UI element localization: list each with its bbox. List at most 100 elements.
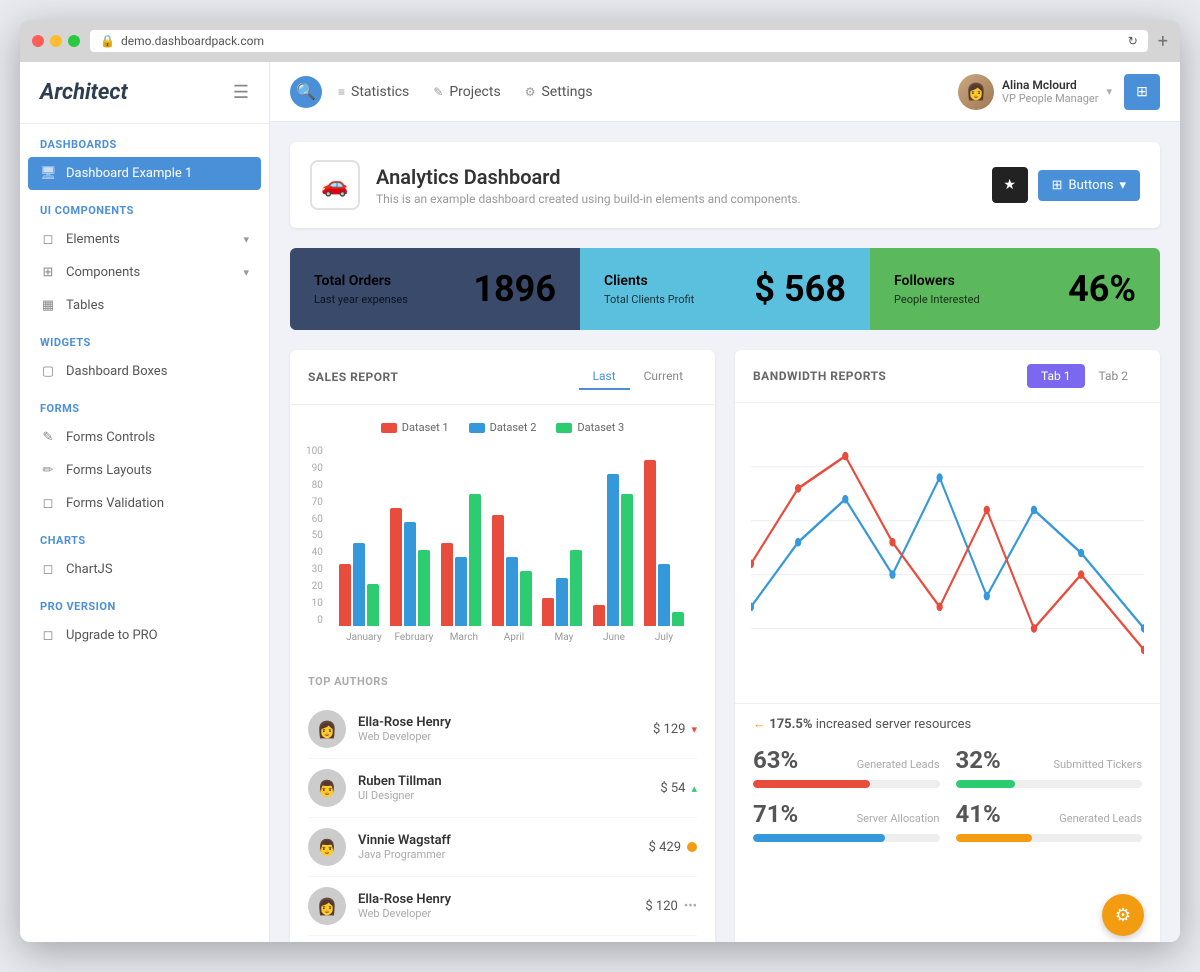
- nav-item-settings[interactable]: ⚙ Settings: [525, 84, 593, 100]
- sidebar-item-upgrade-pro[interactable]: ◻ Upgrade to PRO: [20, 619, 269, 652]
- bandwidth-title: BANDWIDTH REPORTS: [753, 369, 886, 383]
- search-button[interactable]: 🔍: [290, 76, 322, 108]
- nav-item-statistics[interactable]: ≡ Statistics: [338, 84, 409, 100]
- url-bar[interactable]: 🔒 demo.dashboardpack.com ↻: [90, 30, 1148, 52]
- stat-item-label: Generated Leads: [857, 758, 940, 771]
- tab-current[interactable]: Current: [630, 364, 697, 390]
- author-info: Ruben Tillman UI Designer: [358, 774, 442, 802]
- sidebar-item-forms-controls[interactable]: ✎ Forms Controls: [20, 421, 269, 454]
- page-header-icon: 🚗: [310, 160, 360, 210]
- bar-dataset3: [621, 494, 633, 626]
- sidebar-item-dashboard-boxes[interactable]: ▢ Dashboard Boxes: [20, 355, 269, 388]
- tab-last[interactable]: Last: [579, 364, 630, 390]
- stat-card-clients: Clients Total Clients Profit $ 568: [580, 248, 870, 330]
- statistics-icon: ≡: [338, 85, 345, 99]
- settings-icon: ⚙: [525, 85, 536, 99]
- reload-icon[interactable]: ↻: [1128, 34, 1138, 48]
- bar-chart: [329, 446, 699, 626]
- buttons-dropdown[interactable]: ⊞ Buttons ▾: [1038, 170, 1140, 201]
- bar-dataset1: [339, 564, 351, 626]
- maximize-dot[interactable]: [68, 35, 80, 47]
- bandwidth-tab-2[interactable]: Tab 2: [1085, 364, 1142, 388]
- user-avatar-wrap[interactable]: 👩 Alina Mclourd VP People Manager ▾: [958, 74, 1112, 110]
- logo-text: Architect: [40, 80, 128, 105]
- stat-label: Followers: [894, 273, 980, 289]
- y-label: 60: [306, 514, 323, 525]
- bar-dataset2: [455, 557, 467, 626]
- y-label: 80: [306, 480, 323, 491]
- settings-fab-button[interactable]: ⚙: [1102, 894, 1144, 936]
- stat-item-server-allocation: 71% Server Allocation: [753, 800, 940, 842]
- user-chevron-icon: ▾: [1106, 85, 1112, 98]
- sales-report-title: SALES REPORT: [308, 370, 398, 384]
- y-label: 10: [306, 598, 323, 609]
- header-right: 👩 Alina Mclourd VP People Manager ▾ ⊞: [958, 74, 1160, 110]
- bar-month-label: June: [589, 632, 639, 643]
- bandwidth-tab-1[interactable]: Tab 1: [1027, 364, 1084, 388]
- bar-chart-container: 100 90 80 70 60 50 40 30 20 10: [306, 446, 699, 643]
- stat-item-label: Submitted Tickers: [1053, 758, 1142, 771]
- sidebar-item-tables[interactable]: ▦ Tables: [20, 289, 269, 322]
- star-button[interactable]: ★: [992, 167, 1028, 203]
- bar-dataset1: [390, 508, 402, 626]
- bar-group: [390, 508, 435, 626]
- stat-label: Clients: [604, 273, 694, 289]
- app-container: Architect ☰ DASHBOARDS 🖥 Dashboard Examp…: [20, 62, 1180, 942]
- stat-value: $ 568: [754, 268, 846, 310]
- lock-icon: 🔒: [100, 34, 115, 48]
- sidebar-item-chartjs[interactable]: ◻ ChartJS: [20, 553, 269, 586]
- sidebar-item-label: Upgrade to PRO: [66, 628, 158, 643]
- y-label: 40: [306, 547, 323, 558]
- stat-card-text: Total Orders Last year expenses: [314, 273, 408, 306]
- sidebar-item-label: Elements: [66, 232, 120, 247]
- bar-dataset2: [404, 522, 416, 626]
- author-name: Ella-Rose Henry: [358, 715, 451, 730]
- bar-dataset3: [570, 550, 582, 626]
- nav-item-projects[interactable]: ✎ Projects: [433, 84, 500, 100]
- amount-value: $ 129: [653, 722, 685, 737]
- boxes-icon: ▢: [40, 364, 56, 379]
- dashboard-icon: 🖥: [40, 166, 56, 181]
- tables-icon: ▦: [40, 298, 56, 313]
- legend-dataset1: Dataset 1: [381, 421, 449, 434]
- author-amount: $ 129 ▾: [653, 722, 697, 737]
- bar-dataset2: [658, 564, 670, 626]
- progress-fill: [956, 780, 1016, 788]
- stat-label: Total Orders: [314, 273, 408, 289]
- author-row: 👨 Ruben Tillman UI Designer $ 54 ▴: [308, 759, 697, 818]
- author-avatar: 👩: [308, 710, 346, 748]
- stat-card-total-orders: Total Orders Last year expenses 1896: [290, 248, 580, 330]
- sidebar-item-forms-layouts[interactable]: ✏ Forms Layouts: [20, 454, 269, 487]
- forms-validation-icon: ◻: [40, 496, 56, 511]
- author-info: Vinnie Wagstaff Java Programmer: [358, 833, 451, 861]
- sidebar-item-dashboard-example-1[interactable]: 🖥 Dashboard Example 1: [28, 157, 261, 190]
- sidebar-item-forms-validation[interactable]: ◻ Forms Validation: [20, 487, 269, 520]
- progress-bar: [753, 780, 940, 788]
- sidebar-item-label: Dashboard Example 1: [66, 166, 192, 181]
- progress-bar: [753, 834, 940, 842]
- sidebar-item-components[interactable]: ⊞ Components ▾: [20, 256, 269, 289]
- authors-title: TOP AUTHORS: [308, 675, 697, 688]
- new-tab-button[interactable]: +: [1158, 31, 1168, 52]
- sidebar-item-elements[interactable]: ◻ Elements ▾: [20, 223, 269, 256]
- sidebar-item-label: Dashboard Boxes: [66, 364, 167, 379]
- legend-label: Dataset 3: [577, 421, 624, 434]
- bar-dataset3: [418, 550, 430, 626]
- y-label: 90: [306, 463, 323, 474]
- close-dot[interactable]: [32, 35, 44, 47]
- stat-card-followers: Followers People Interested 46%: [870, 248, 1160, 330]
- section-label-forms: FORMS: [20, 388, 269, 421]
- bar-dataset1: [441, 543, 453, 626]
- top-authors-section: TOP AUTHORS 👩 Ella-Rose Henry Web Develo…: [290, 659, 715, 942]
- legend-label: Dataset 1: [402, 421, 449, 434]
- hamburger-menu[interactable]: ☰: [233, 82, 249, 103]
- notification-button[interactable]: ⊞: [1124, 74, 1160, 110]
- stat-card-text: Clients Total Clients Profit: [604, 273, 694, 306]
- main-wrapper: 🔍 ≡ Statistics ✎ Projects ⚙ Settings: [270, 62, 1180, 942]
- bandwidth-tab-group: Tab 1 Tab 2: [1027, 364, 1142, 388]
- y-label: 20: [306, 581, 323, 592]
- sidebar: Architect ☰ DASHBOARDS 🖥 Dashboard Examp…: [20, 62, 270, 942]
- bar-month-label: February: [389, 632, 439, 643]
- minimize-dot[interactable]: [50, 35, 62, 47]
- chevron-down-icon: ▾: [243, 266, 249, 279]
